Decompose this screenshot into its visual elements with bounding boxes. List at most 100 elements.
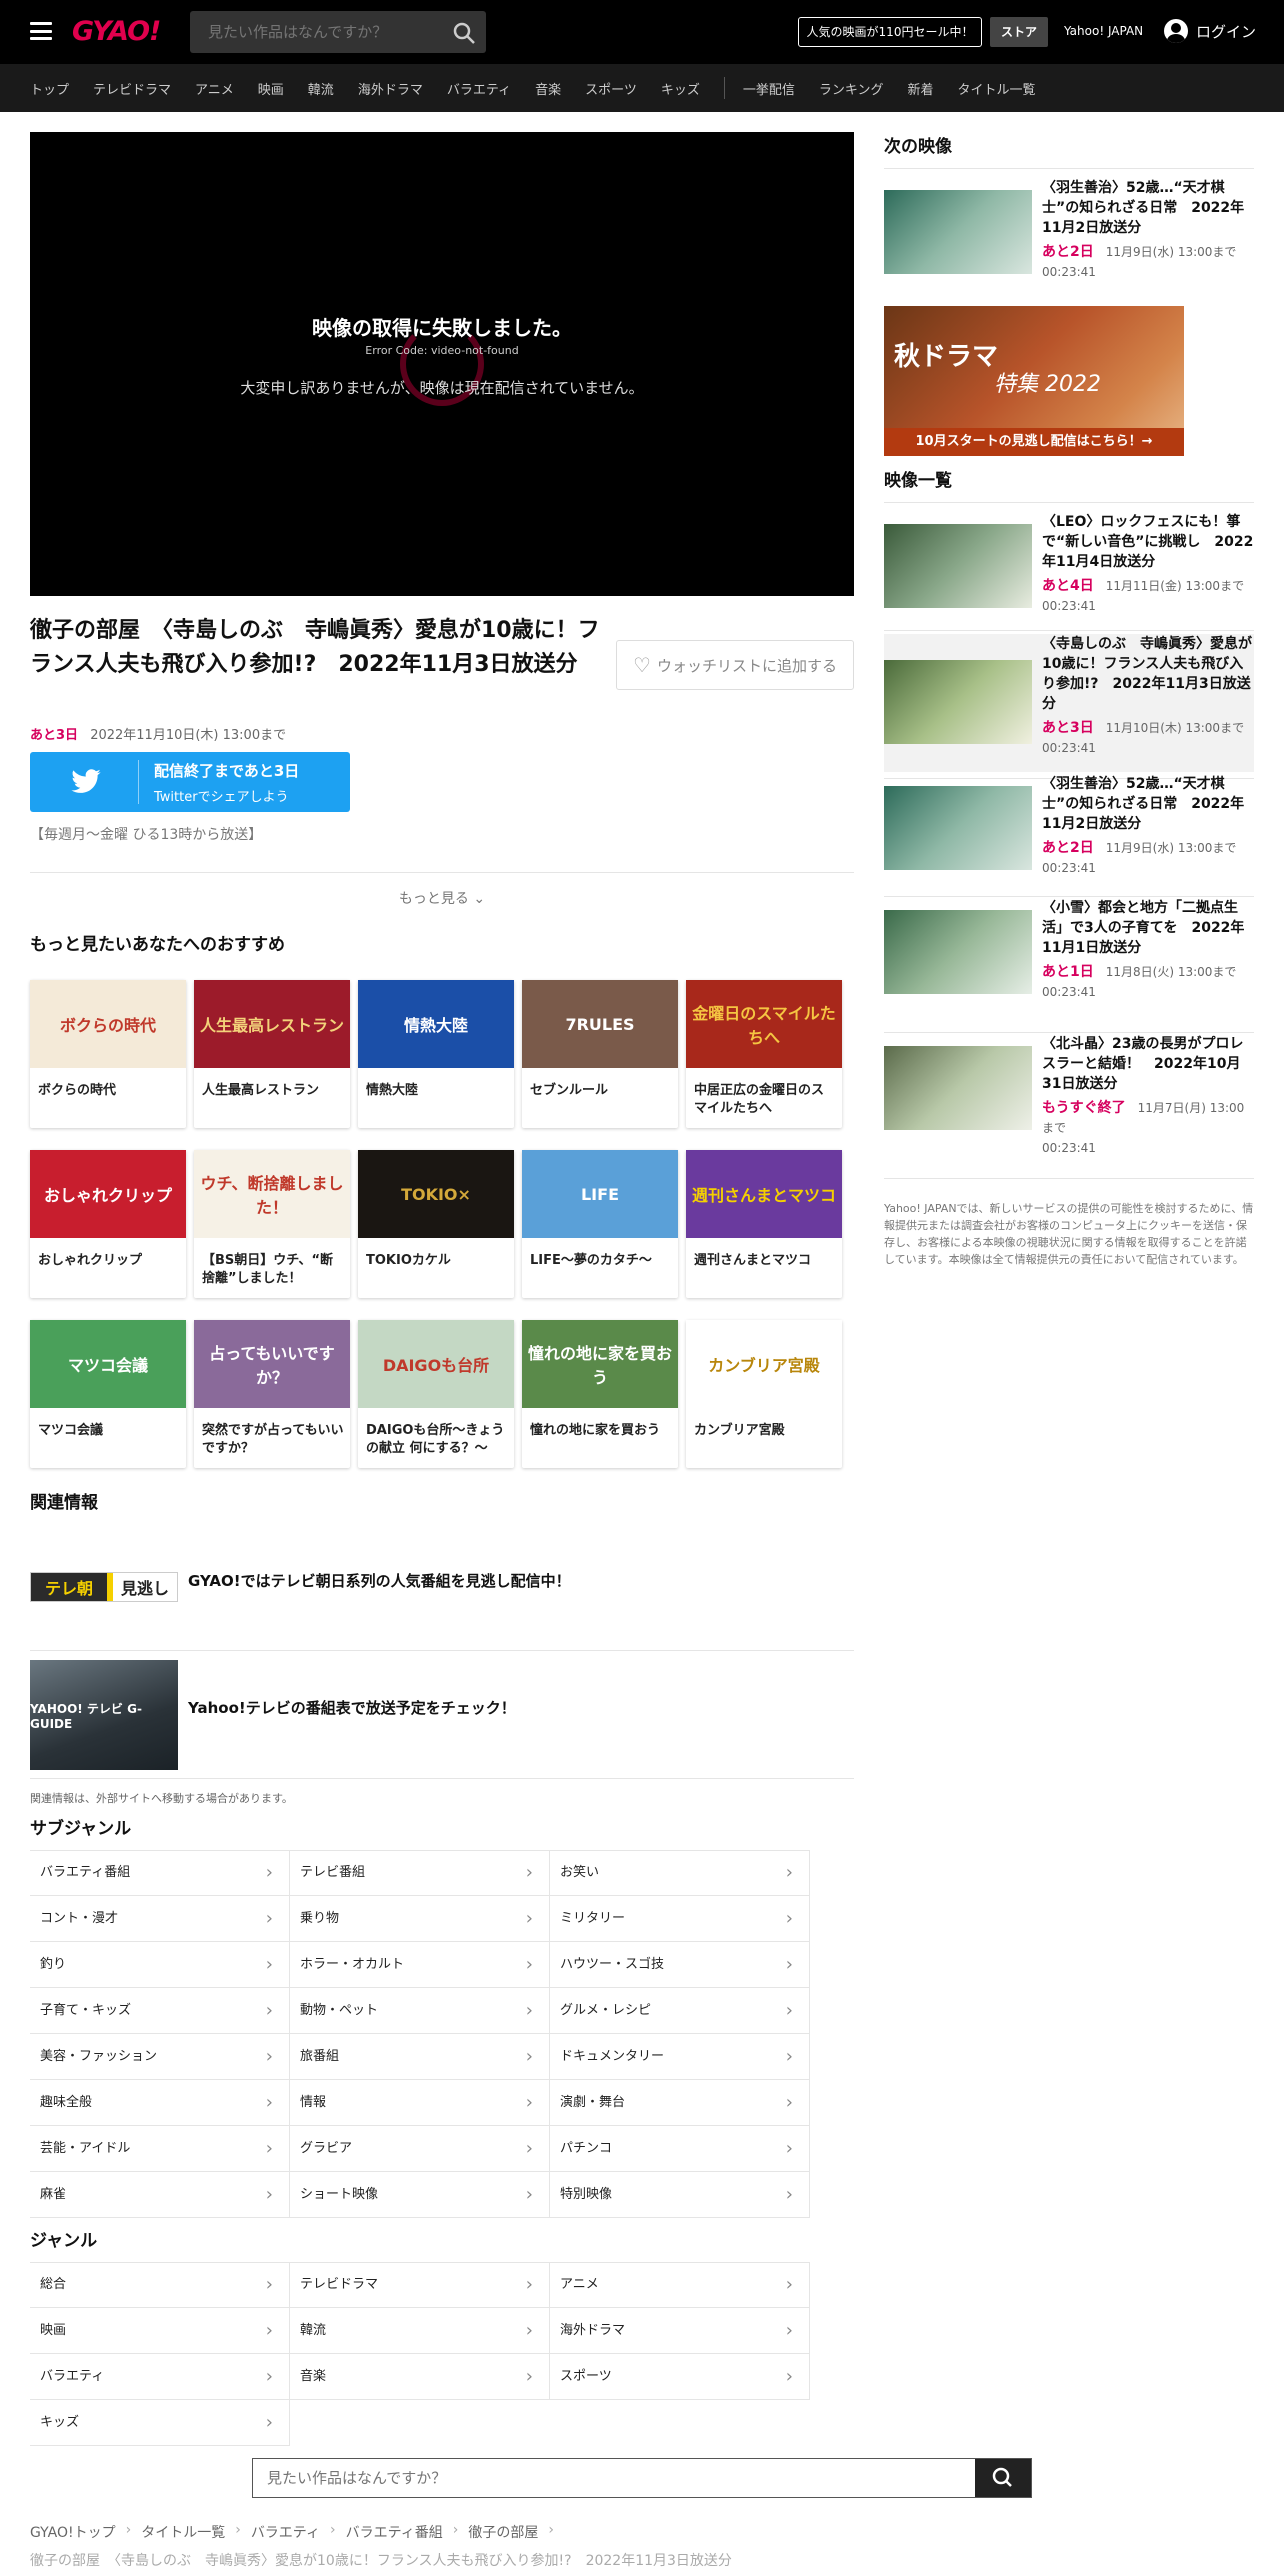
recommend-card[interactable]: LIFE LIFE～夢のカタチ～	[522, 1150, 678, 1298]
subgenre-item[interactable]: 動物・ペット	[290, 1988, 550, 2034]
nav-item-music[interactable]: 音楽	[535, 79, 561, 98]
subgenre-item[interactable]: ハウツー・スゴ技	[550, 1942, 810, 1988]
yahoo-japan-link[interactable]: Yahoo! JAPAN	[1064, 24, 1143, 38]
video-player[interactable]: 映像の取得に失敗しました。 Error Code: video-not-foun…	[30, 132, 854, 596]
subgenre-item[interactable]: テレビ番組	[290, 1850, 550, 1896]
next-video-item[interactable]: 〈羽生善治〉52歳…“天才棋士”の知られざる日常 2022年11月2日放送分 あ…	[884, 178, 1254, 288]
video-list-item[interactable]: 〈寺島しのぶ 寺嶋眞秀〉愛息が10歳に！フランス人夫も飛び入り参加!? 2022…	[884, 634, 1254, 772]
genre-item[interactable]: バラエティ	[30, 2354, 290, 2400]
genre-item[interactable]: スポーツ	[550, 2354, 810, 2400]
recommend-card[interactable]: DAIGOも台所 DAIGOも台所～きょうの献立 何にする？～	[358, 1320, 514, 1468]
menu-icon[interactable]	[30, 22, 52, 40]
breadcrumb-item[interactable]: 徹子の部屋	[468, 2522, 538, 2542]
subgenre-item[interactable]: 情報	[290, 2080, 550, 2126]
related-link-yahoo-tv[interactable]: Yahoo!テレビの番組表で放送予定をチェック！	[188, 1697, 516, 1718]
yahoo-tv-logo[interactable]: YAHOO! テレビ G-GUIDE	[30, 1660, 178, 1770]
subgenre-item[interactable]: 特別映像	[550, 2172, 810, 2218]
subgenre-item[interactable]: 美容・ファッション	[30, 2034, 290, 2080]
subgenre-item[interactable]: 麻雀	[30, 2172, 290, 2218]
subgenre-item[interactable]: 演劇・舞台	[550, 2080, 810, 2126]
search-input[interactable]	[190, 11, 440, 53]
subgenre-item[interactable]: バラエティ番組	[30, 1850, 290, 1896]
genre-item[interactable]: 海外ドラマ	[550, 2308, 810, 2354]
recommend-card[interactable]: 占ってもいいですか？ 突然ですが占ってもいいですか？	[194, 1320, 350, 1468]
nav-item-ranking[interactable]: ランキング	[819, 79, 884, 98]
recommend-card[interactable]: TOKIO× TOKIOカケル	[358, 1150, 514, 1298]
subgenre-item[interactable]: ドキュメンタリー	[550, 2034, 810, 2080]
subgenre-item[interactable]: パチンコ	[550, 2126, 810, 2172]
gyao-logo[interactable]: GYAO!	[72, 16, 161, 47]
subgenre-item[interactable]: 芸能・アイドル	[30, 2126, 290, 2172]
breadcrumb-item[interactable]: タイトル一覧	[141, 2522, 225, 2542]
breadcrumb-item[interactable]: バラエティ	[251, 2522, 320, 2542]
subgenre-item[interactable]: 趣味全般	[30, 2080, 290, 2126]
subgenre-item[interactable]: ショート映像	[290, 2172, 550, 2218]
subgenre-item[interactable]: グルメ・レシピ	[550, 1988, 810, 2034]
nav-item-anime[interactable]: アニメ	[195, 79, 234, 98]
genre-item[interactable]: キッズ	[30, 2400, 290, 2446]
nav-item-movie[interactable]: 映画	[258, 79, 284, 98]
banner-title: 秋ドラマ	[894, 342, 999, 372]
user-icon	[1164, 19, 1188, 43]
breadcrumb-item[interactable]: バラエティ番組	[346, 2522, 443, 2542]
bottom-search-button[interactable]	[975, 2459, 1031, 2497]
nav-item-new[interactable]: 新着	[907, 79, 933, 98]
login-button[interactable]: ログイン	[1164, 19, 1256, 43]
subgenre-item[interactable]: ミリタリー	[550, 1896, 810, 1942]
nav-item-drama[interactable]: テレビドラマ	[93, 79, 171, 98]
recommend-card[interactable]: カンブリア宮殿 カンブリア宮殿	[686, 1320, 842, 1468]
twitter-share-button[interactable]: 配信終了まであと3日 Twitterでシェアしよう	[30, 752, 350, 812]
subgenre-item[interactable]: グラビア	[290, 2126, 550, 2172]
show-more-button[interactable]: もっと見る ⌄	[0, 888, 884, 908]
nav-item-variety[interactable]: バラエティ	[447, 79, 511, 98]
nav-item-korean[interactable]: 韓流	[308, 79, 334, 98]
video-list-item[interactable]: 〈北斗晶〉23歳の長男がプロレスラーと結婚！ 2022年10月31日放送分 もうす…	[884, 1034, 1254, 1172]
genre-item[interactable]: テレビドラマ	[290, 2262, 550, 2308]
recommend-card[interactable]: 7RULES セブンルール	[522, 980, 678, 1128]
subgenre-item[interactable]: 子育て・キッズ	[30, 1988, 290, 2034]
store-button[interactable]: ストア	[990, 17, 1048, 47]
genre-item[interactable]: 総合	[30, 2262, 290, 2308]
recommend-card[interactable]: 憧れの地に家を買おう 憧れの地に家を買おう	[522, 1320, 678, 1468]
subgenre-item[interactable]: 乗り物	[290, 1896, 550, 1942]
video-list-item[interactable]: 〈羽生善治〉52歳…“天才棋士”の知られざる日常 2022年11月2日放送分 あと…	[884, 774, 1254, 890]
autumn-drama-banner[interactable]: 秋ドラマ 特集 2022 10月スタートの見逃し配信はこちら！→	[884, 306, 1184, 456]
recommend-card[interactable]: ウチ、断捨離しました！ 【BS朝日】ウチ、“断捨離”しました！	[194, 1150, 350, 1298]
recommend-card[interactable]: 週刊さんまとマツコ 週刊さんまとマツコ	[686, 1150, 842, 1298]
tv-asahi-logo[interactable]: テレ朝 見逃し	[30, 1572, 178, 1602]
subgenre-item[interactable]: 釣り	[30, 1942, 290, 1988]
nav-item-top[interactable]: トップ	[30, 79, 69, 98]
subgenre-item[interactable]: コント・漫才	[30, 1896, 290, 1942]
promo-button[interactable]: 人気の映画が110円セール中！	[798, 17, 982, 47]
nav-item-kids[interactable]: キッズ	[661, 79, 700, 98]
nav-item-overseas-drama[interactable]: 海外ドラマ	[358, 79, 423, 98]
nav-item-sports[interactable]: スポーツ	[585, 79, 637, 98]
nav-item-binge[interactable]: 一挙配信	[743, 79, 795, 98]
breadcrumb-item[interactable]: GYAO!トップ	[30, 2522, 116, 2542]
recommend-title: 憧れの地に家を買おう	[530, 1423, 661, 1438]
watchlist-button[interactable]: ♡ ウォッチリストに追加する	[616, 640, 854, 690]
recommend-card[interactable]: 金曜日のスマイルたちへ 中居正広の金曜日のスマイルたちへ	[686, 980, 842, 1128]
bottom-search-input[interactable]	[253, 2459, 977, 2497]
genre-item[interactable]: アニメ	[550, 2262, 810, 2308]
genre-item[interactable]: 映画	[30, 2308, 290, 2354]
recommend-card[interactable]: おしゃれクリップ おしゃれクリップ	[30, 1150, 186, 1298]
recommend-card[interactable]: 人生最高レストラン 人生最高レストラン	[194, 980, 350, 1128]
genre-item[interactable]: 韓流	[290, 2308, 550, 2354]
related-link-tv-asahi[interactable]: GYAO!ではテレビ朝日系列の人気番組を見逃し配信中！	[188, 1570, 571, 1591]
recommend-card[interactable]: 情熱大陸 情熱大陸	[358, 980, 514, 1128]
duration: 00:23:41	[1042, 985, 1096, 999]
recommend-card[interactable]: ボクらの時代 ボクらの時代	[30, 980, 186, 1128]
video-title: 〈羽生善治〉52歳…“天才棋士”の知られざる日常 2022年11月2日放送分	[1042, 776, 1245, 832]
subgenre-item[interactable]: ホラー・オカルト	[290, 1942, 550, 1988]
broadcast-schedule: 【毎週月～金曜 ひる13時から放送】	[30, 827, 263, 843]
genre-item[interactable]: 音楽	[290, 2354, 550, 2400]
video-list-item[interactable]: 〈LEO〉ロックフェスにも！箏で“新しい音色”に挑戦し 2022年11月4日放送…	[884, 512, 1254, 624]
available-until: 11月10日(木) 13:00まで	[1105, 721, 1245, 735]
search-icon[interactable]	[452, 21, 476, 45]
nav-item-title-list[interactable]: タイトル一覧	[958, 79, 1036, 98]
subgenre-item[interactable]: 旅番組	[290, 2034, 550, 2080]
video-list-item[interactable]: 〈小雪〉都会と地方「二拠点生活」で3人の子育てを 2022年11月1日放送分 あと…	[884, 898, 1254, 1026]
recommend-card[interactable]: マツコ会議 マツコ会議	[30, 1320, 186, 1468]
subgenre-item[interactable]: お笑い	[550, 1850, 810, 1896]
